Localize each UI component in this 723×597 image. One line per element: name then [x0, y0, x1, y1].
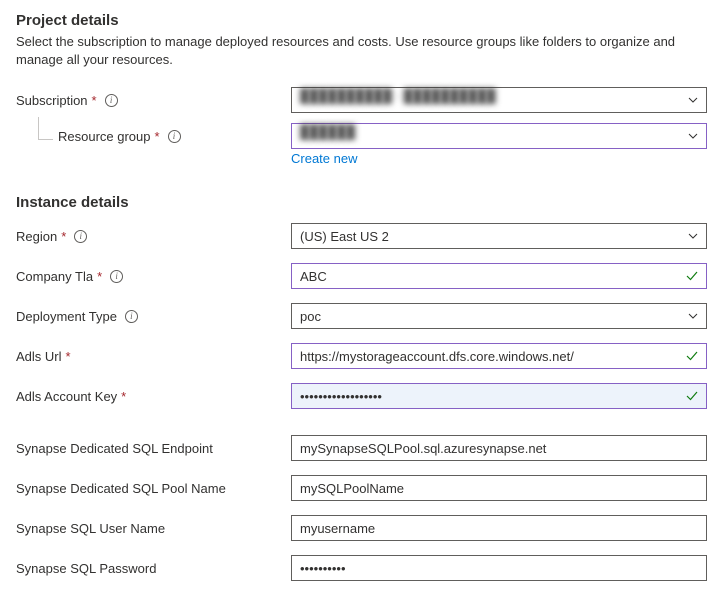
info-icon[interactable]: i	[105, 94, 118, 107]
resource-group-value: ██████	[300, 124, 355, 139]
synapse-pool-name-input[interactable]	[291, 475, 707, 501]
required-asterisk: *	[61, 229, 66, 244]
info-icon[interactable]: i	[110, 270, 123, 283]
required-asterisk: *	[121, 389, 126, 404]
synapse-user-name-label: Synapse SQL User Name	[16, 521, 165, 536]
required-asterisk: *	[97, 269, 102, 284]
resource-group-dropdown[interactable]: ██████	[291, 123, 707, 149]
region-label: Region	[16, 229, 57, 244]
adls-url-label: Adls Url	[16, 349, 62, 364]
project-details-heading: Project details	[16, 12, 707, 29]
synapse-endpoint-label: Synapse Dedicated SQL Endpoint	[16, 441, 213, 456]
required-asterisk: *	[155, 129, 160, 144]
create-new-link[interactable]: Create new	[291, 151, 357, 166]
deployment-type-dropdown[interactable]	[291, 303, 707, 329]
synapse-endpoint-input[interactable]	[291, 435, 707, 461]
subscription-value: ██████████ · ██████████	[300, 88, 496, 103]
synapse-password-input[interactable]	[291, 555, 707, 581]
subscription-dropdown[interactable]: ██████████ · ██████████	[291, 87, 707, 113]
company-tla-label: Company Tla	[16, 269, 93, 284]
synapse-user-name-input[interactable]	[291, 515, 707, 541]
adls-account-key-label: Adls Account Key	[16, 389, 117, 404]
region-dropdown[interactable]	[291, 223, 707, 249]
resource-group-label: Resource group	[58, 129, 151, 144]
project-details-description: Select the subscription to manage deploy…	[16, 33, 707, 69]
info-icon[interactable]: i	[168, 130, 181, 143]
info-icon[interactable]: i	[74, 230, 87, 243]
required-asterisk: *	[66, 349, 71, 364]
required-asterisk: *	[92, 93, 97, 108]
synapse-pool-name-label: Synapse Dedicated SQL Pool Name	[16, 481, 226, 496]
adls-account-key-input[interactable]	[291, 383, 707, 409]
adls-url-input[interactable]	[291, 343, 707, 369]
synapse-password-label: Synapse SQL Password	[16, 561, 156, 576]
deployment-type-label: Deployment Type	[16, 309, 117, 324]
subscription-label: Subscription	[16, 93, 88, 108]
instance-details-heading: Instance details	[16, 194, 707, 211]
info-icon[interactable]: i	[125, 310, 138, 323]
company-tla-input[interactable]	[291, 263, 707, 289]
